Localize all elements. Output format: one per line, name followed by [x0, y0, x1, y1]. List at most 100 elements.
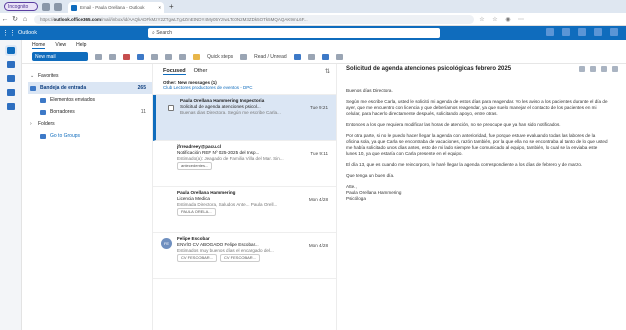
menu-help[interactable]: Help — [76, 42, 86, 48]
unread-count: 11 — [140, 109, 146, 115]
url-prefix: https:// — [40, 16, 54, 22]
drafts-icon — [40, 109, 46, 115]
close-tab-icon[interactable]: × — [158, 5, 161, 10]
read-unread-icon[interactable] — [240, 53, 248, 60]
address-bar[interactable]: https://outlook.office365.com/mail/inbox… — [34, 14, 474, 24]
header-actions — [546, 28, 618, 36]
browser-tab-strip: Incognito Email - Paula Orellana - Outlo… — [0, 0, 626, 13]
tab-other[interactable]: Other — [194, 68, 208, 74]
attachment-chip[interactable]: CV FESCOBAR... — [177, 254, 218, 263]
favorites-icon[interactable]: ☆ — [490, 16, 500, 23]
attachment-chip[interactable]: antecedentes... — [177, 162, 213, 171]
new-mail-button[interactable]: New mail — [32, 52, 88, 61]
received-time: Tue 9:11 — [310, 151, 328, 156]
collections-icon[interactable] — [42, 2, 50, 11]
report-icon[interactable] — [123, 53, 130, 60]
read-unread-button[interactable]: Read / Unread — [254, 54, 287, 60]
more-icon[interactable] — [612, 66, 618, 72]
settings-more-icon[interactable]: ⋯ — [516, 16, 526, 23]
move-to-icon[interactable] — [137, 53, 144, 60]
delete-icon[interactable] — [95, 53, 102, 60]
folders-header[interactable]: › Folders — [30, 118, 152, 130]
sent-icon — [40, 97, 46, 103]
inbox-icon — [30, 85, 36, 91]
list-item[interactable]: Paula Orellana Hammering Inspectoria Sol… — [153, 95, 336, 141]
reply-all-icon[interactable] — [165, 53, 172, 60]
snooze-icon[interactable] — [321, 53, 329, 60]
preview: Estimados muy buenos días el encargado d… — [177, 247, 274, 253]
go-to-groups-link[interactable]: Go to Groups — [30, 130, 152, 142]
calendar-icon[interactable] — [6, 61, 15, 68]
menu-home[interactable]: Home — [32, 42, 46, 49]
tab-focused[interactable]: Focused — [163, 68, 186, 75]
chevron-down-icon: ⌄ — [30, 73, 35, 79]
tab-actions-icon[interactable] — [54, 2, 62, 11]
extensions-icon[interactable]: ☆ — [477, 16, 487, 23]
menu-view[interactable]: View — [55, 42, 66, 48]
reply-icon[interactable] — [151, 53, 158, 60]
home-icon[interactable]: ⌂ — [20, 16, 30, 23]
message-list: Focused Other ⇅ Other: New messages (1) … — [152, 64, 337, 330]
body-paragraph: El día 13, que es cuando me reincorporo,… — [346, 162, 583, 167]
address-bar-row: ← ↻ ⌂ https://outlook.office365.com/mail… — [0, 13, 626, 26]
app-launcher-icon[interactable]: ⋮⋮ — [2, 29, 16, 37]
body-paragraph: Buenos días Directora. — [346, 88, 393, 93]
inbox-tabs: Focused Other ⇅ — [153, 64, 336, 78]
teams-icon[interactable] — [562, 28, 570, 36]
todo-icon[interactable] — [6, 89, 15, 96]
other-notice[interactable]: Other: New messages (1) Club Lectores pr… — [153, 78, 336, 95]
account-avatar[interactable] — [610, 28, 618, 36]
search-placeholder: Search — [156, 30, 173, 36]
flag-icon[interactable] — [293, 53, 301, 60]
notifications-icon[interactable] — [578, 28, 586, 36]
new-tab-button[interactable]: + — [169, 2, 174, 11]
body-paragraph: Que tenga un buen día. — [346, 173, 395, 178]
mail-icon[interactable] — [4, 45, 17, 56]
folder-drafts[interactable]: Borradores 11 — [30, 106, 152, 118]
go-to-groups-label: Go to Groups — [50, 133, 81, 139]
favorites-header[interactable]: ⌄ Favorites — [30, 70, 152, 82]
received-time: Tue 9:21 — [310, 105, 328, 110]
message-actions — [579, 66, 618, 72]
archive-icon[interactable] — [109, 53, 116, 60]
reply-icon[interactable] — [579, 66, 585, 72]
tab-outlook[interactable]: Email - Paula Orellana - Outlook × — [68, 2, 164, 13]
quick-steps-button[interactable]: Quick steps — [207, 54, 233, 60]
message-body: Buenos días Directora. Según me escribe … — [346, 88, 608, 202]
more-actions-icon[interactable] — [335, 53, 343, 60]
settings-icon[interactable] — [594, 28, 602, 36]
forward-icon[interactable] — [179, 53, 186, 60]
search-input[interactable]: ⌕ Search — [148, 28, 440, 38]
body-paragraph: Según me escribe Carla, usted le solicit… — [346, 99, 608, 116]
preview: Estimada Directora, Saludos Ante... Paul… — [177, 201, 278, 207]
reply-all-icon[interactable] — [590, 66, 596, 72]
filter-icon[interactable]: ⇅ — [325, 68, 330, 75]
forward-icon[interactable] — [601, 66, 607, 72]
list-item[interactable]: Paula Orellana Hammering Licencia Medica… — [153, 187, 336, 233]
attachment-chip[interactable]: PAULA ORELA... — [177, 208, 216, 217]
list-item[interactable]: jfrreadreey@pacu.cl Notificación REF Nº … — [153, 141, 336, 187]
folder-sent[interactable]: Elementos enviados — [30, 94, 152, 106]
back-icon[interactable]: ← — [0, 16, 10, 23]
folder-pane: ⌄ Favorites Bandeja de entrada 265 Element… — [22, 64, 152, 330]
pin-icon[interactable] — [307, 53, 315, 60]
profile-pill[interactable]: Incognito — [4, 2, 38, 11]
apps-icon[interactable] — [6, 103, 15, 110]
people-icon[interactable] — [6, 75, 15, 82]
folder-inbox[interactable]: Bandeja de entrada 265 — [28, 82, 152, 94]
list-item[interactable]: FE Felipe Escobar ENVÍO CV ABOGADO Felip… — [153, 233, 336, 279]
preview: Estimado(a): Jeagado de Familia Villa de… — [177, 155, 284, 161]
quick-steps-icon[interactable] — [193, 53, 200, 60]
body-paragraph: Entonces a los que requiera modificar la… — [346, 122, 561, 127]
select-checkbox[interactable] — [168, 105, 174, 111]
avatar: FE — [161, 238, 172, 249]
refresh-icon[interactable]: ↻ — [10, 15, 20, 23]
notice-link[interactable]: Club Lectores productores de eventos - D… — [163, 85, 326, 90]
meet-now-icon[interactable] — [546, 28, 554, 36]
url-path: /mail/inbox/id/AAQkADFkMzY2ZTgwLTg4ZmEtN… — [101, 16, 308, 22]
profile-icon[interactable]: ◉ — [503, 16, 513, 23]
favorites-label: Favorites — [38, 73, 59, 79]
attachment-chip[interactable]: CV FESCOBAR... — [220, 254, 261, 263]
preview: Buenas dias Directora. Según me escribe … — [180, 109, 281, 115]
tab-title: Email - Paula Orellana - Outlook — [80, 5, 145, 10]
